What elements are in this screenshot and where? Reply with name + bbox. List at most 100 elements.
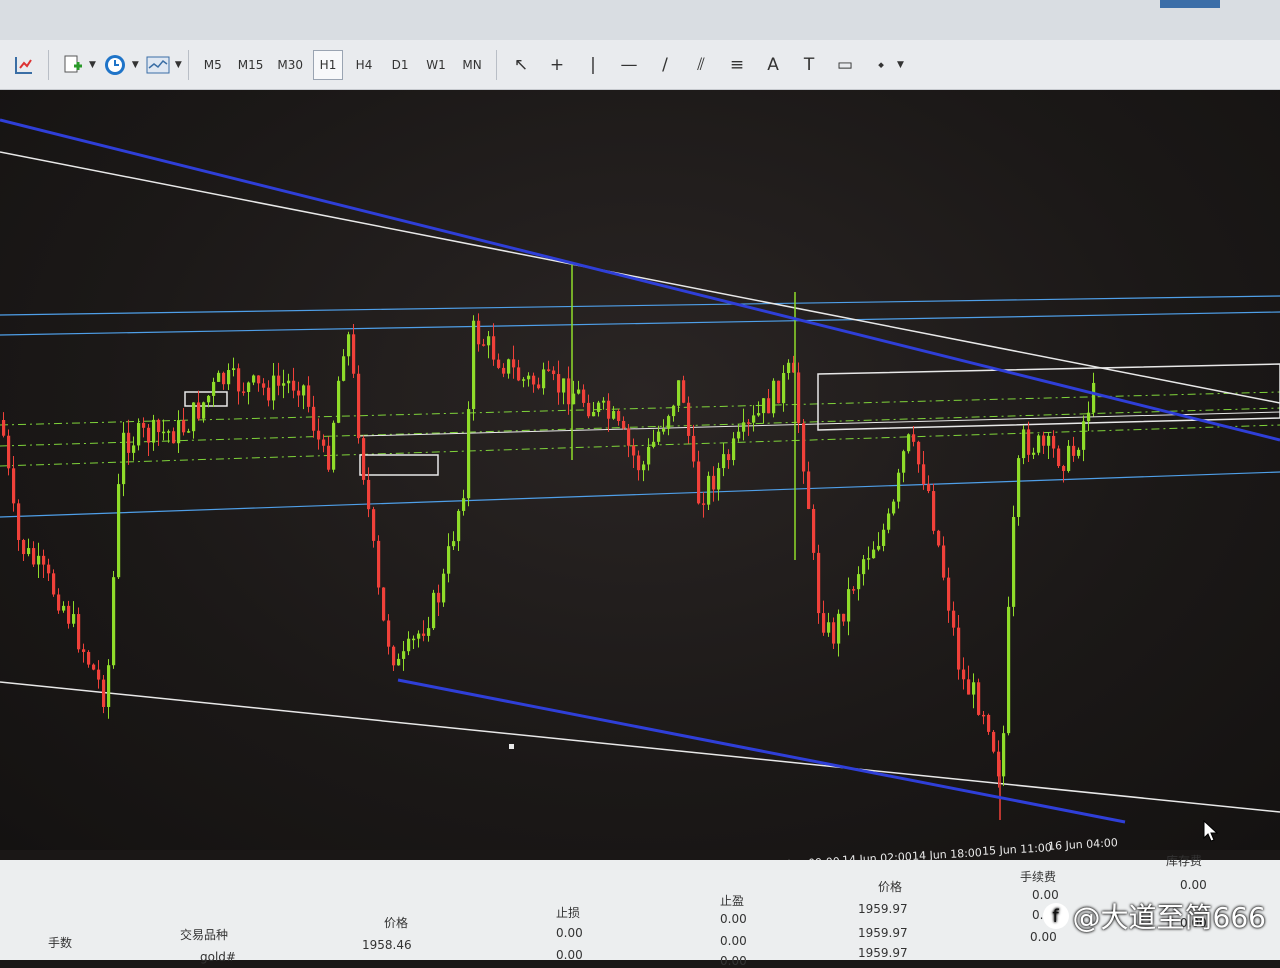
main-toolbar: ▼ ▼ ▼ M5 M15 M30 H1 H4 D1 W1 MN ↖ + | — / ⫽ ≡ A T ▭ ⬩ ▼ (0, 40, 1280, 90)
bear-candle (1072, 445, 1076, 456)
bear-candle (17, 503, 21, 540)
bull-candle (177, 420, 181, 444)
bull-candle (212, 381, 216, 396)
bull-candle (1082, 421, 1086, 450)
bull-candle (472, 320, 476, 410)
templates-dropdown-icon[interactable]: ▼ (175, 60, 182, 70)
bear-candle (352, 334, 356, 374)
bear-candle (1027, 429, 1031, 455)
bear-candle (77, 614, 81, 650)
shapes-menu-icon[interactable]: ⬩ (866, 50, 896, 80)
bull-candle (207, 395, 211, 403)
bear-candle (1057, 448, 1061, 467)
bull-candle (522, 379, 526, 381)
bull-candle (152, 419, 156, 443)
timeframe-m5-button[interactable]: M5 (198, 50, 228, 80)
bear-candle (102, 679, 106, 707)
bear-candle (322, 439, 326, 446)
bull-candle (457, 510, 461, 542)
bear-candle (32, 548, 36, 565)
bull-candle (717, 468, 721, 490)
cell-tp-b: 0.00 (720, 954, 747, 968)
bull-candle (707, 475, 711, 505)
fibonacci-tool-icon[interactable]: ≡ (722, 50, 752, 80)
bear-candle (12, 468, 16, 504)
row-price: 1958.46 (362, 938, 412, 952)
timeframe-h4-button[interactable]: H4 (349, 50, 379, 80)
bear-candle (697, 461, 701, 504)
timeframe-h1-button[interactable]: H1 (313, 49, 344, 80)
bull-candle (762, 398, 766, 414)
timeframe-group: M5 M15 M30 H1 H4 D1 W1 MN (195, 49, 490, 80)
price-chart[interactable]: 2 Jun 10:005 Jun 03:005 Jun 19:006 Jun 1… (0, 90, 1280, 919)
bull-candle (72, 614, 76, 624)
bull-candle (107, 665, 111, 707)
bull-candle (1012, 517, 1016, 607)
resistance-line (0, 295, 1280, 316)
timeframe-d1-button[interactable]: D1 (385, 50, 415, 80)
bear-candle (1062, 466, 1066, 471)
equidistant-channel-tool-icon[interactable]: ⫽ (686, 50, 716, 80)
bull-candle (657, 431, 661, 442)
bear-candle (257, 375, 261, 384)
shapes-dropdown-icon[interactable]: ▼ (897, 60, 904, 70)
bear-candle (502, 367, 506, 374)
new-chart-dropdown-icon[interactable]: ▼ (89, 60, 96, 70)
bull-candle (902, 451, 906, 473)
bull-candle (1077, 449, 1081, 456)
bear-candle (497, 359, 501, 368)
bear-candle (952, 610, 956, 628)
bear-candle (747, 422, 751, 424)
rectangle-tool-icon[interactable]: ▭ (830, 50, 860, 80)
text-label-tool-icon[interactable]: T (794, 50, 824, 80)
bull-candle (1067, 445, 1071, 471)
bear-candle (127, 432, 131, 453)
toolbar-separator (496, 49, 498, 80)
cell-tp-a: 0.00 (720, 912, 747, 926)
bear-candle (567, 378, 571, 405)
bull-candle (672, 405, 676, 417)
bear-candle (962, 669, 966, 680)
white-trendline (0, 151, 1280, 404)
bear-candle (197, 402, 201, 419)
chart-canvas[interactable] (0, 90, 1280, 850)
bull-candle (507, 359, 511, 374)
text-tool-icon[interactable]: A (758, 50, 788, 80)
bear-candle (267, 387, 271, 401)
horizontal-line-tool-icon[interactable]: — (614, 50, 644, 80)
bull-candle (882, 529, 886, 546)
bear-candle (632, 445, 636, 456)
bull-candle (287, 380, 291, 384)
bear-candle (932, 491, 936, 531)
templates-icon[interactable] (142, 50, 174, 80)
bear-candle (477, 320, 481, 345)
crosshair-tool-icon[interactable]: + (542, 50, 572, 80)
bull-candle (1017, 458, 1021, 518)
clock-dropdown-icon[interactable]: ▼ (132, 60, 139, 70)
bear-candle (682, 380, 686, 403)
vertical-line-tool-icon[interactable]: | (578, 50, 608, 80)
row-symbol[interactable]: gold# (200, 950, 236, 964)
bull-candle (412, 638, 416, 641)
header-tp: 止盈 (720, 894, 745, 908)
bull-candle (252, 375, 256, 383)
cursor-tool-icon[interactable]: ↖ (506, 50, 536, 80)
zone-rectangle (359, 454, 439, 476)
window-control[interactable] (1160, 0, 1220, 8)
periodicity-icon[interactable] (9, 50, 39, 80)
new-chart-icon[interactable] (58, 50, 88, 80)
bull-candle (667, 416, 671, 429)
bull-candle (1022, 429, 1026, 459)
bull-candle (247, 382, 251, 393)
bull-candle (452, 541, 456, 547)
timeframe-m30-button[interactable]: M30 (273, 50, 307, 80)
timeframe-w1-button[interactable]: W1 (421, 50, 451, 80)
bull-candle (37, 555, 41, 565)
bear-candle (552, 370, 556, 375)
timeframe-m15-button[interactable]: M15 (234, 50, 268, 80)
trendline-tool-icon[interactable]: / (650, 50, 680, 80)
bear-candle (292, 380, 296, 391)
bear-candle (87, 651, 91, 665)
timeframe-mn-button[interactable]: MN (457, 50, 487, 80)
clock-icon[interactable] (99, 50, 131, 80)
